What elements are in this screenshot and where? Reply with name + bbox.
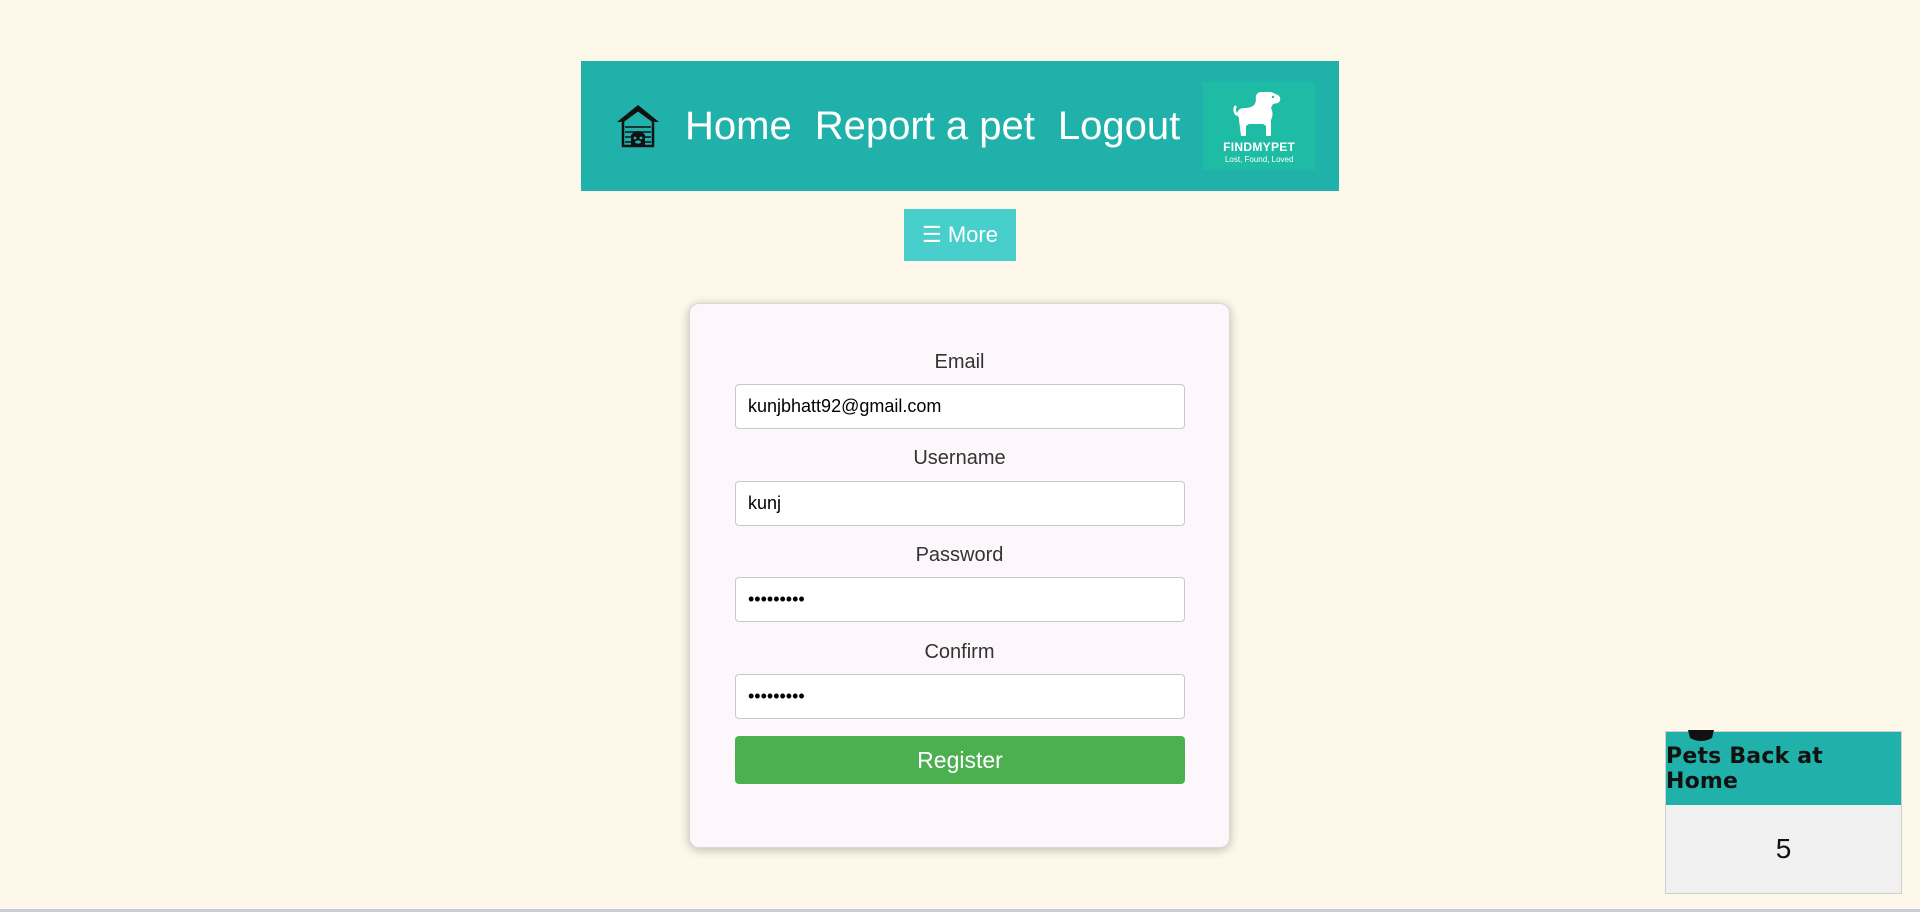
pets-back-home-widget: Pets Back at Home 5 <box>1665 730 1902 894</box>
register-button[interactable]: Register <box>735 736 1185 784</box>
username-label: Username <box>913 447 1006 469</box>
nav-link-report-pet[interactable]: Report a pet <box>815 104 1035 149</box>
nav-link-logout[interactable]: Logout <box>1058 104 1180 149</box>
top-navbar: Home Report a pet Logout FINDMYPET Lost,… <box>581 61 1339 191</box>
stats-header: Pets Back at Home <box>1666 730 1901 805</box>
nav-link-home[interactable]: Home <box>685 104 792 149</box>
stats-title: Pets Back at Home <box>1666 743 1824 794</box>
confirm-password-field[interactable] <box>735 674 1185 719</box>
logo-title: FINDMYPET <box>1223 140 1296 154</box>
findmypet-logo: FINDMYPET Lost, Found, Loved <box>1203 82 1316 170</box>
logo-tagline: Lost, Found, Loved <box>1224 155 1294 164</box>
more-menu-button[interactable]: ☰ More <box>904 209 1016 261</box>
paw-tag-icon <box>1686 730 1716 749</box>
dog-icon <box>1233 92 1281 136</box>
page: Home Report a pet Logout FINDMYPET Lost,… <box>0 0 1920 912</box>
doghouse-icon[interactable] <box>613 101 663 151</box>
stats-count: 5 <box>1775 833 1792 864</box>
register-form-card: Email Username Password Confirm Register <box>689 303 1230 848</box>
password-field[interactable] <box>735 577 1185 622</box>
confirm-password-label: Confirm <box>924 641 995 663</box>
username-field[interactable] <box>735 481 1185 526</box>
password-label: Password <box>915 544 1004 566</box>
email-field[interactable] <box>735 384 1185 429</box>
email-label: Email <box>934 351 985 373</box>
